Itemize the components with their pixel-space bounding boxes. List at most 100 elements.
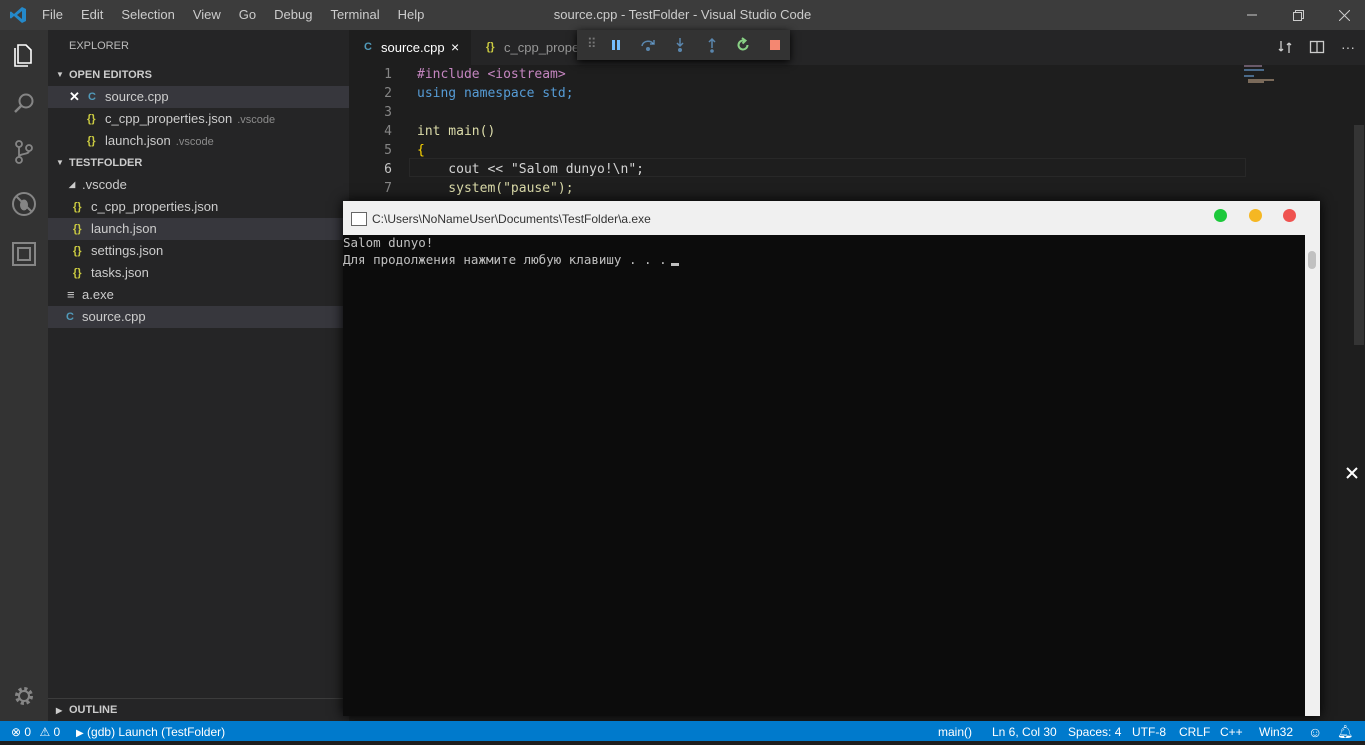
tree-item[interactable]: C source.cpp	[48, 306, 349, 328]
debug-icon[interactable]	[10, 190, 38, 218]
menu-edit[interactable]: Edit	[81, 0, 103, 30]
menu-help[interactable]: Help	[398, 0, 425, 30]
current-function[interactable]: main()	[938, 721, 972, 743]
more-actions-icon[interactable]: ···	[1341, 30, 1355, 65]
source-control-icon[interactable]	[10, 138, 38, 166]
warning-icon: ⚠	[39, 725, 51, 739]
editor-scrollbar[interactable]	[1354, 125, 1364, 345]
split-editor-icon[interactable]	[1309, 39, 1325, 55]
step-over-icon[interactable]	[640, 37, 656, 53]
console-title-bar[interactable]: C:\Users\NoNameUser\Documents\TestFolder…	[343, 201, 1320, 235]
console-scroll-thumb[interactable]	[1308, 251, 1316, 269]
menu-terminal[interactable]: Terminal	[330, 0, 379, 30]
open-editors-header[interactable]: ▼ OPEN EDITORS	[48, 64, 349, 86]
minimize-button[interactable]	[1229, 0, 1275, 30]
console-title: C:\Users\NoNameUser\Documents\TestFolder…	[372, 212, 651, 226]
open-editor-path: .vscode	[175, 136, 214, 148]
line-number: 4	[384, 124, 392, 139]
menu-view[interactable]: View	[193, 0, 221, 30]
tab-label: c_cpp_prope	[504, 40, 580, 55]
open-editor-label: source.cpp	[105, 89, 169, 104]
open-editor-label: launch.json	[105, 133, 171, 148]
code-text: system("pause");	[417, 181, 574, 196]
extensions-icon[interactable]	[10, 240, 38, 268]
encoding[interactable]: UTF-8	[1132, 721, 1166, 743]
chevron-down-icon: ◢	[69, 180, 76, 189]
gear-icon[interactable]	[10, 682, 38, 710]
close-panel-icon[interactable]	[1339, 460, 1365, 486]
tree-item-label: a.exe	[82, 287, 114, 302]
compare-changes-icon[interactable]	[1277, 39, 1293, 55]
close-icon[interactable]: ✕	[69, 86, 80, 108]
cpp-file-icon: C	[66, 311, 74, 323]
tree-item[interactable]: {} settings.json	[48, 240, 349, 262]
json-file-icon: {}	[486, 41, 495, 53]
step-out-icon[interactable]	[704, 37, 720, 53]
tab-c-cpp-properties[interactable]: {} c_cpp_prope	[471, 30, 581, 65]
explorer-icon[interactable]	[10, 40, 38, 68]
launch-config[interactable]: ▶ (gdb) Launch (TestFolder)	[76, 721, 225, 745]
tree-folder-vscode[interactable]: ◢ .vscode	[48, 174, 349, 196]
platform[interactable]: Win32	[1259, 721, 1293, 743]
search-icon[interactable]	[10, 90, 38, 118]
debug-toolbar: ⠿	[577, 30, 790, 60]
close-icon[interactable]: ×	[451, 30, 459, 65]
tree-item[interactable]: ≡ a.exe	[48, 284, 349, 306]
open-editor-item[interactable]: {} launch.json .vscode	[48, 130, 349, 152]
console-output[interactable]: Salom dunyo! Для продолжения нажмите люб…	[343, 235, 1305, 716]
json-file-icon: {}	[87, 113, 96, 125]
line-ending[interactable]: CRLF	[1179, 721, 1210, 743]
indentation[interactable]: Spaces: 4	[1068, 721, 1121, 743]
feedback-smiley-icon[interactable]: ☺	[1308, 721, 1322, 743]
open-editor-item[interactable]: ✕ C source.cpp	[48, 86, 349, 108]
outline-header[interactable]: ▶ OUTLINE	[48, 698, 349, 722]
text-cursor	[670, 263, 679, 266]
language-mode[interactable]: C++	[1220, 721, 1243, 743]
tree-item-label: launch.json	[91, 221, 157, 236]
minimize-icon	[1247, 14, 1257, 16]
tree-item[interactable]: {} launch.json	[48, 218, 349, 240]
chevron-right-icon: ▶	[56, 706, 63, 715]
error-count: 0	[24, 725, 32, 739]
folder-header[interactable]: ▼ TESTFOLDER	[48, 152, 349, 174]
pause-icon[interactable]	[608, 37, 624, 53]
tree-item-label: c_cpp_properties.json	[91, 199, 219, 214]
console-scrollbar[interactable]	[1305, 235, 1320, 716]
line-number: 6	[384, 162, 392, 177]
bell-icon[interactable]: 🔔︎	[1337, 721, 1354, 743]
problems-indicator[interactable]: ⊗ 0 ⚠ 0	[11, 721, 60, 743]
tree-item[interactable]: {} tasks.json	[48, 262, 349, 284]
restart-icon[interactable]	[735, 37, 751, 53]
line-number: 3	[384, 105, 392, 120]
maximize-dot-icon[interactable]	[1214, 209, 1227, 222]
minimize-dot-icon[interactable]	[1249, 209, 1262, 222]
tree-item-label: source.cpp	[82, 309, 146, 324]
explorer-sidebar: EXPLORER ▼ OPEN EDITORS ✕ C source.cpp {…	[48, 30, 349, 721]
close-dot-icon[interactable]	[1283, 209, 1296, 222]
minimap[interactable]	[1244, 65, 1344, 95]
tree-item-label: .vscode	[82, 177, 127, 192]
code-text: int main()	[417, 124, 496, 139]
drag-handle-icon[interactable]: ⠿	[587, 36, 597, 52]
launch-config-label: (gdb) Launch (TestFolder)	[87, 725, 226, 739]
console-window: C:\Users\NoNameUser\Documents\TestFolder…	[343, 201, 1320, 716]
explorer-title: EXPLORER	[69, 40, 129, 52]
menu-file[interactable]: File	[42, 0, 63, 30]
maximize-button[interactable]	[1275, 0, 1321, 30]
json-file-icon: {}	[73, 245, 82, 257]
tab-label: source.cpp	[381, 40, 445, 55]
cursor-position[interactable]: Ln 6, Col 30	[992, 721, 1057, 743]
open-editor-path: .vscode	[237, 114, 276, 126]
code-text: #include <iostream>	[417, 67, 566, 82]
menu-debug[interactable]: Debug	[274, 0, 312, 30]
json-file-icon: {}	[73, 201, 82, 213]
tab-source-cpp[interactable]: C source.cpp ×	[349, 30, 471, 65]
menu-selection[interactable]: Selection	[121, 0, 174, 30]
close-window-button[interactable]	[1321, 0, 1365, 30]
menu-go[interactable]: Go	[239, 0, 256, 30]
open-editor-item[interactable]: {} c_cpp_properties.json .vscode	[48, 108, 349, 130]
step-into-icon[interactable]	[672, 37, 688, 53]
json-file-icon: {}	[73, 223, 82, 235]
tree-item[interactable]: {} c_cpp_properties.json	[48, 196, 349, 218]
stop-icon[interactable]	[767, 37, 783, 53]
